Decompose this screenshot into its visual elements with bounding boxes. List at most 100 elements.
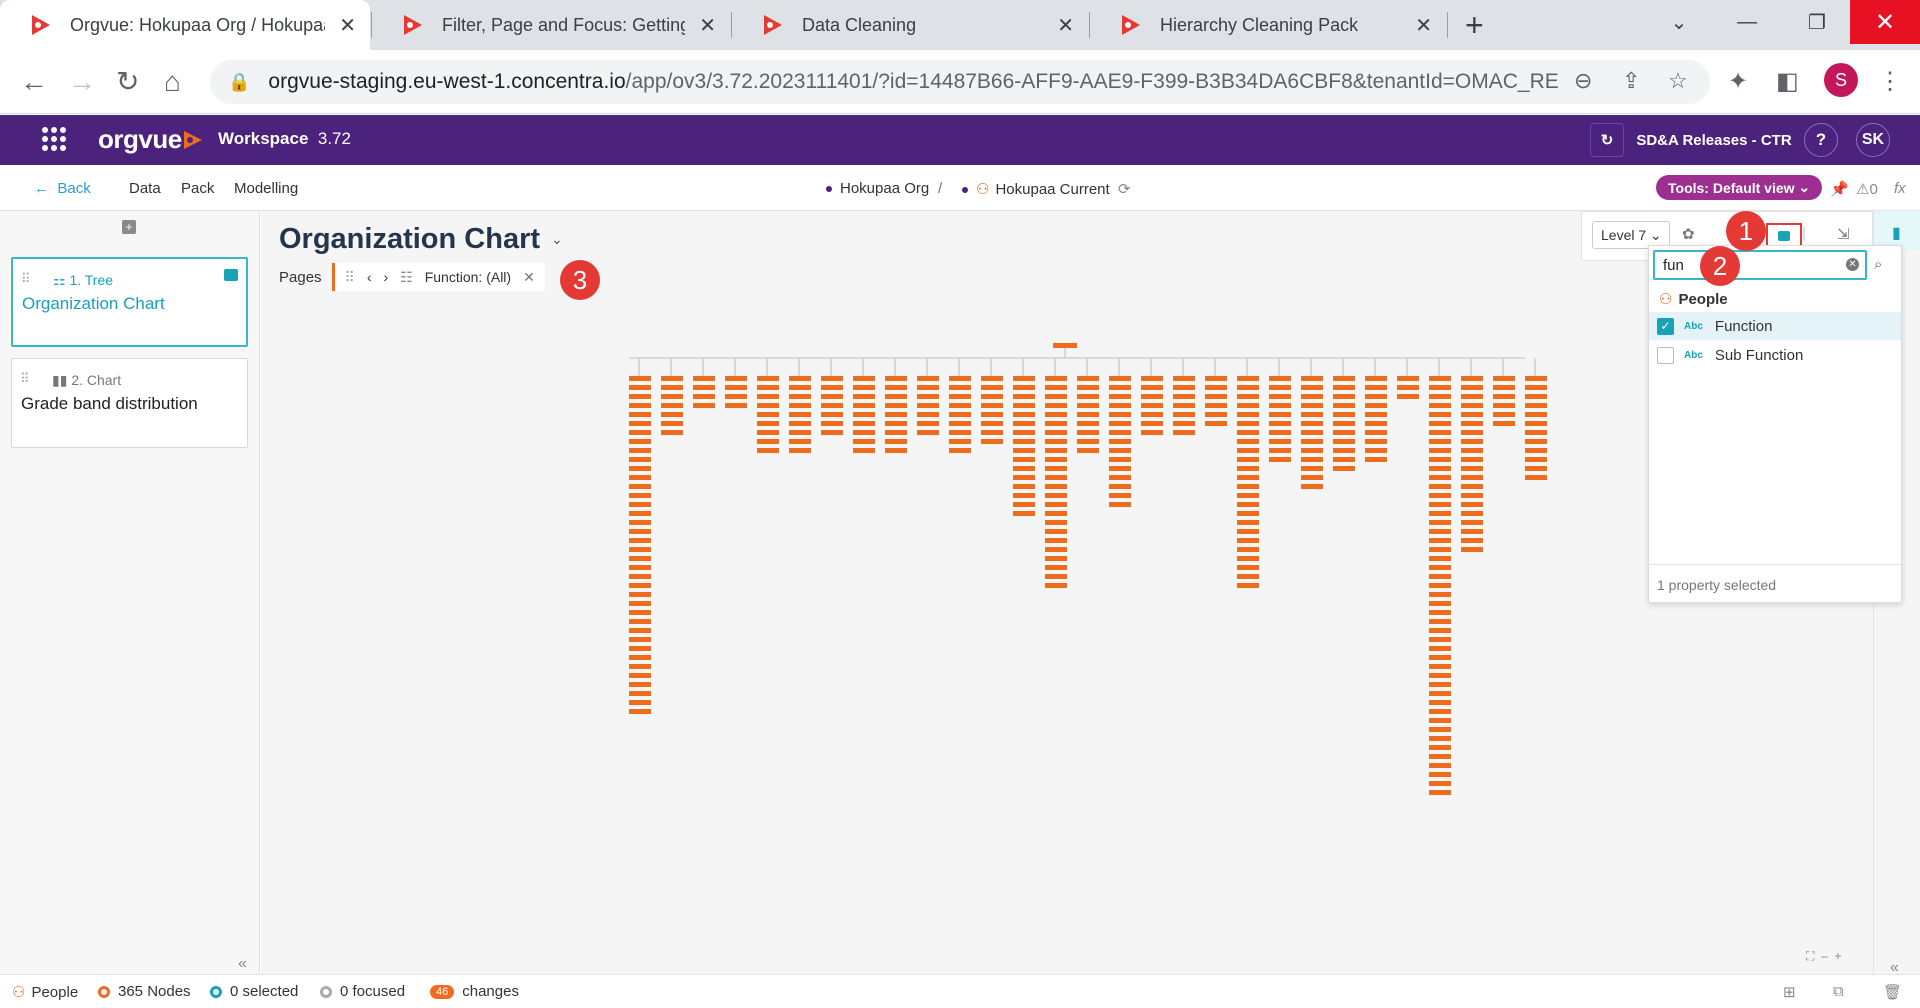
prev-page-icon[interactable]: ‹ xyxy=(367,269,372,285)
org-node[interactable] xyxy=(1109,394,1131,399)
org-node[interactable] xyxy=(1397,394,1419,399)
org-node[interactable] xyxy=(853,421,875,426)
org-node[interactable] xyxy=(1333,412,1355,417)
status-focused[interactable]: 0 focused xyxy=(320,983,405,1000)
org-node[interactable] xyxy=(1365,394,1387,399)
org-node[interactable] xyxy=(1301,421,1323,426)
org-node[interactable] xyxy=(1429,466,1451,471)
add-icon[interactable]: ⊞ xyxy=(1783,983,1796,1001)
org-node[interactable] xyxy=(629,529,651,534)
menu-pack[interactable]: Pack xyxy=(181,180,214,197)
org-node[interactable] xyxy=(1301,439,1323,444)
org-node[interactable] xyxy=(1141,430,1163,435)
org-node[interactable] xyxy=(1045,421,1067,426)
org-node[interactable] xyxy=(1141,421,1163,426)
org-node[interactable] xyxy=(789,385,811,390)
org-node[interactable] xyxy=(1013,502,1035,507)
org-node[interactable] xyxy=(1077,412,1099,417)
org-node[interactable] xyxy=(917,394,939,399)
org-node[interactable] xyxy=(661,403,683,408)
help-button[interactable]: ? xyxy=(1804,123,1838,157)
org-node[interactable] xyxy=(1013,376,1035,381)
org-node[interactable] xyxy=(949,385,971,390)
org-node[interactable] xyxy=(1045,484,1067,489)
org-node[interactable] xyxy=(885,439,907,444)
org-node[interactable] xyxy=(629,664,651,669)
org-node[interactable] xyxy=(1045,493,1067,498)
org-node[interactable] xyxy=(1013,403,1035,408)
org-node[interactable] xyxy=(1365,457,1387,462)
tab-search-icon[interactable]: ⌄ xyxy=(1644,0,1714,44)
org-node[interactable] xyxy=(1397,376,1419,381)
drag-handle-icon[interactable]: ⠿ xyxy=(20,371,30,387)
org-node[interactable] xyxy=(1109,385,1131,390)
org-node[interactable] xyxy=(757,376,779,381)
org-node[interactable] xyxy=(949,403,971,408)
org-node[interactable] xyxy=(1461,475,1483,480)
org-node[interactable] xyxy=(853,385,875,390)
org-node[interactable] xyxy=(757,394,779,399)
org-node[interactable] xyxy=(1333,448,1355,453)
org-node[interactable] xyxy=(1269,439,1291,444)
org-node[interactable] xyxy=(1429,790,1451,795)
org-node[interactable] xyxy=(1237,394,1259,399)
org-node[interactable] xyxy=(1205,421,1227,426)
page-filter-chip[interactable]: ⠿ ‹ › ☷ Function: (All) ✕ xyxy=(331,263,545,291)
org-node[interactable] xyxy=(1301,457,1323,462)
org-node[interactable] xyxy=(789,448,811,453)
org-node[interactable] xyxy=(1045,475,1067,480)
org-node[interactable] xyxy=(1429,727,1451,732)
menu-data[interactable]: Data xyxy=(129,180,161,197)
collapse-panel-icon[interactable]: « xyxy=(238,955,247,973)
org-node[interactable] xyxy=(1365,430,1387,435)
org-node[interactable] xyxy=(1429,457,1451,462)
org-node[interactable] xyxy=(1525,448,1547,453)
org-node[interactable] xyxy=(1237,484,1259,489)
org-node[interactable] xyxy=(1205,385,1227,390)
org-node[interactable] xyxy=(1237,466,1259,471)
org-node[interactable] xyxy=(1525,430,1547,435)
close-tab-icon[interactable]: ✕ xyxy=(1057,13,1074,38)
org-node[interactable] xyxy=(1237,547,1259,552)
org-node[interactable] xyxy=(1333,439,1355,444)
org-node[interactable] xyxy=(1269,394,1291,399)
org-node[interactable] xyxy=(1525,475,1547,480)
org-node[interactable] xyxy=(1365,412,1387,417)
org-node[interactable] xyxy=(1301,430,1323,435)
org-node[interactable] xyxy=(629,403,651,408)
zoom-in-icon[interactable]: + xyxy=(1834,949,1841,963)
org-node[interactable] xyxy=(1429,574,1451,579)
org-node[interactable] xyxy=(757,439,779,444)
alerts-indicator[interactable]: ⚠0 xyxy=(1856,180,1878,198)
org-node[interactable] xyxy=(1013,457,1035,462)
share-icon[interactable]: ⇪ xyxy=(1622,68,1640,94)
sync-icon[interactable]: ⟳ xyxy=(1118,181,1131,198)
browser-tab[interactable]: Hierarchy Cleaning Pack ✕ xyxy=(1090,0,1446,50)
org-node[interactable] xyxy=(1077,376,1099,381)
org-node[interactable] xyxy=(1077,439,1099,444)
org-node[interactable] xyxy=(1173,421,1195,426)
org-node[interactable] xyxy=(1045,457,1067,462)
org-node[interactable] xyxy=(725,376,747,381)
org-node[interactable] xyxy=(1109,493,1131,498)
restore-icon[interactable]: ❐ xyxy=(1782,0,1852,44)
org-node[interactable] xyxy=(1429,412,1451,417)
tools-dropdown[interactable]: Tools: Default view ⌄ xyxy=(1656,175,1823,200)
org-node[interactable] xyxy=(821,385,843,390)
forward-arrow-icon[interactable]: → xyxy=(68,66,96,98)
org-node[interactable] xyxy=(1429,394,1451,399)
org-node[interactable] xyxy=(1429,646,1451,651)
org-node[interactable] xyxy=(981,385,1003,390)
zoom-controls[interactable]: ⛶ – + xyxy=(1806,949,1841,964)
org-node[interactable] xyxy=(1045,583,1067,588)
org-node[interactable] xyxy=(1237,511,1259,516)
org-node[interactable] xyxy=(693,376,715,381)
org-node[interactable] xyxy=(629,430,651,435)
org-node[interactable] xyxy=(1429,583,1451,588)
org-node[interactable] xyxy=(1365,403,1387,408)
org-node[interactable] xyxy=(1013,385,1035,390)
org-node[interactable] xyxy=(1301,448,1323,453)
org-node[interactable] xyxy=(1429,403,1451,408)
user-avatar[interactable]: SK xyxy=(1856,123,1890,157)
org-node[interactable] xyxy=(1429,781,1451,786)
